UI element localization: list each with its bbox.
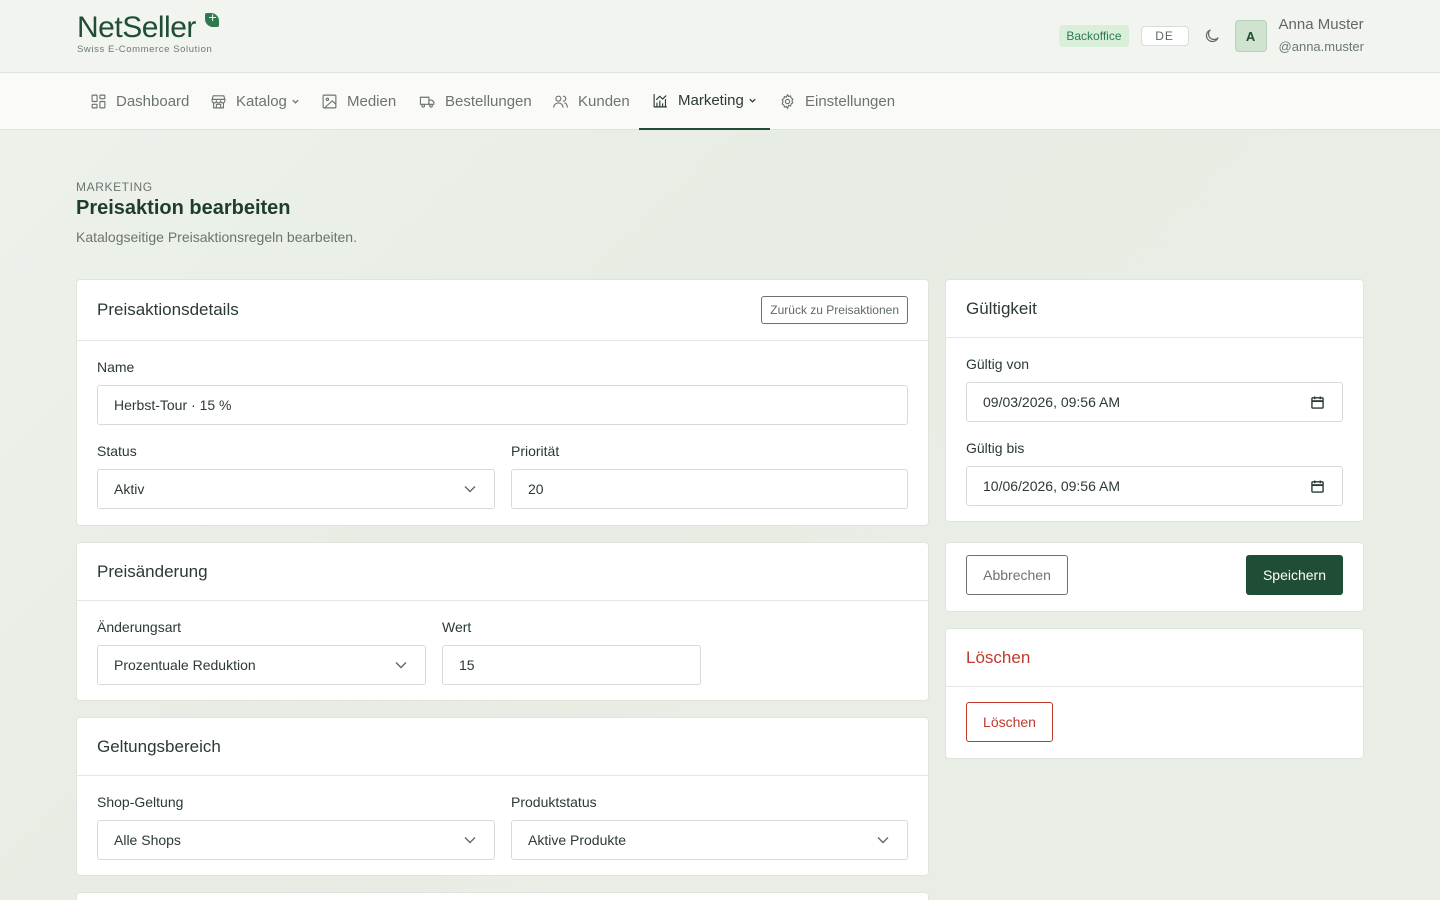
details-card: Preisaktionsdetails Zurück zu Preisaktio…	[76, 279, 929, 526]
nav-label: Kunden	[578, 93, 630, 110]
product-status-value: Aktive Produkte	[528, 832, 627, 848]
card-header: Preisaktionsdetails Zurück zu Preisaktio…	[77, 280, 928, 341]
product-status-label: Produktstatus	[511, 794, 597, 810]
valid-from-label: Gültig von	[966, 356, 1030, 372]
card-title: Löschen	[966, 647, 1031, 667]
user-info[interactable]: Anna Muster @anna.muster	[1279, 16, 1364, 56]
nav-label: Marketing	[678, 92, 744, 109]
valid-to-value: 10/06/2026, 09:56 AM	[983, 478, 1120, 494]
status-value: Aktiv	[114, 481, 145, 497]
chevron-down-icon	[464, 837, 476, 844]
breadcrumb: MARKETING	[76, 180, 153, 194]
priority-label: Priorität	[511, 443, 560, 459]
nav-item-kunden[interactable]: Kunden	[552, 73, 630, 130]
header-actions: Backoffice DE A Anna Muster @anna.muster	[1059, 16, 1364, 56]
nav-label: Bestellungen	[445, 93, 532, 110]
nav-item-dashboard[interactable]: Dashboard	[90, 73, 189, 130]
card-header: Preisänderung	[77, 543, 928, 601]
nav-label: Einstellungen	[805, 93, 896, 110]
value-input[interactable]: 15	[442, 645, 701, 685]
truck-icon	[419, 96, 435, 108]
nav-label: Dashboard	[116, 93, 190, 110]
status-select[interactable]: Aktiv	[97, 469, 495, 509]
language-switcher[interactable]: DE	[1140, 26, 1189, 46]
nav-item-medien[interactable]: Medien	[321, 73, 396, 130]
nav-item-marketing[interactable]: Marketing	[639, 73, 770, 130]
chart-icon	[653, 94, 667, 108]
delete-button[interactable]: Löschen	[966, 702, 1053, 742]
calendar-icon[interactable]	[1311, 396, 1324, 409]
gear-icon	[781, 93, 794, 110]
calendar-icon[interactable]	[1311, 480, 1324, 493]
chevron-down-icon	[395, 662, 407, 669]
page-title: Preisaktion bearbeiten	[76, 197, 291, 219]
card-title: Gültigkeit	[966, 298, 1037, 318]
chevron-down-icon	[292, 99, 299, 104]
name-input[interactable]: Herbst-Tour · 15 %	[97, 385, 908, 425]
valid-to-label: Gültig bis	[966, 440, 1025, 456]
value-label: Wert	[442, 619, 472, 635]
leaf-icon	[205, 11, 219, 27]
change-type-label: Änderungsart	[97, 619, 182, 635]
product-status-select[interactable]: Aktive Produkte	[511, 820, 908, 860]
avatar[interactable]: A	[1234, 20, 1267, 52]
priority-input[interactable]: 20	[511, 469, 908, 509]
shop-scope-value: Alle Shops	[114, 832, 181, 848]
card-title: Preisaktionsdetails	[97, 300, 239, 319]
scope-card: Geltungsbereich Shop-Geltung Alle Shops …	[76, 717, 929, 876]
price-change-card: Preisänderung Änderungsart Prozentuale R…	[76, 542, 929, 701]
dashboard-icon	[91, 94, 106, 109]
card-title: Preisänderung	[97, 561, 208, 581]
actions-card: Abbrechen Speichern	[945, 542, 1364, 612]
card-header: Gültigkeit	[946, 280, 1363, 338]
chevron-down-icon	[464, 486, 476, 493]
store-icon	[211, 95, 226, 109]
chevron-down-icon	[749, 98, 756, 103]
shop-scope-select[interactable]: Alle Shops	[97, 820, 495, 860]
card-title: Geltungsbereich	[97, 736, 221, 756]
logo-text-left: Net	[77, 11, 123, 44]
main-navigation: Dashboard Katalog Medien Bestellungen Ku…	[0, 73, 1440, 130]
top-header: NetSeller Swiss E-Commerce Solution Back…	[0, 0, 1440, 73]
cancel-button[interactable]: Abbrechen	[966, 555, 1068, 595]
logo-tagline: Swiss E-Commerce Solution	[77, 44, 213, 55]
logo-text-right: Seller	[122, 11, 196, 44]
next-card	[76, 892, 929, 900]
nav-item-einstellungen[interactable]: Einstellungen	[779, 73, 895, 130]
image-icon	[322, 94, 337, 109]
valid-from-input[interactable]: 09/03/2026, 09:56 AM	[966, 382, 1343, 422]
users-icon	[553, 95, 568, 108]
moon-icon[interactable]	[1203, 27, 1221, 45]
name-label: Name	[97, 359, 135, 375]
nav-item-katalog[interactable]: Katalog	[210, 73, 300, 130]
back-to-promotions-button[interactable]: Zurück zu Preisaktionen	[761, 296, 908, 324]
validity-card: Gültigkeit Gültig von 09/03/2026, 09:56 …	[945, 279, 1364, 522]
logo[interactable]: NetSeller Swiss E-Commerce Solution	[77, 11, 219, 55]
card-header: Geltungsbereich	[77, 718, 928, 776]
status-label: Status	[97, 443, 137, 459]
change-type-value: Prozentuale Reduktion	[114, 657, 256, 673]
backoffice-badge: Backoffice	[1059, 25, 1129, 47]
shop-scope-label: Shop-Geltung	[97, 794, 184, 810]
nav-item-bestellungen[interactable]: Bestellungen	[419, 73, 532, 130]
chevron-down-icon	[877, 837, 889, 844]
change-type-select[interactable]: Prozentuale Reduktion	[97, 645, 426, 685]
delete-card: Löschen Löschen	[945, 628, 1364, 759]
nav-label: Katalog	[236, 93, 287, 110]
valid-to-input[interactable]: 10/06/2026, 09:56 AM	[966, 466, 1343, 506]
nav-label: Medien	[347, 93, 397, 110]
page-subtitle: Katalogseitige Preisaktionsregeln bearbe…	[76, 229, 357, 245]
card-header: Löschen	[946, 629, 1363, 687]
valid-from-value: 09/03/2026, 09:56 AM	[983, 394, 1120, 410]
save-button[interactable]: Speichern	[1246, 555, 1343, 595]
user-handle: @anna.muster	[1278, 39, 1364, 54]
user-name: Anna Muster	[1278, 16, 1364, 33]
